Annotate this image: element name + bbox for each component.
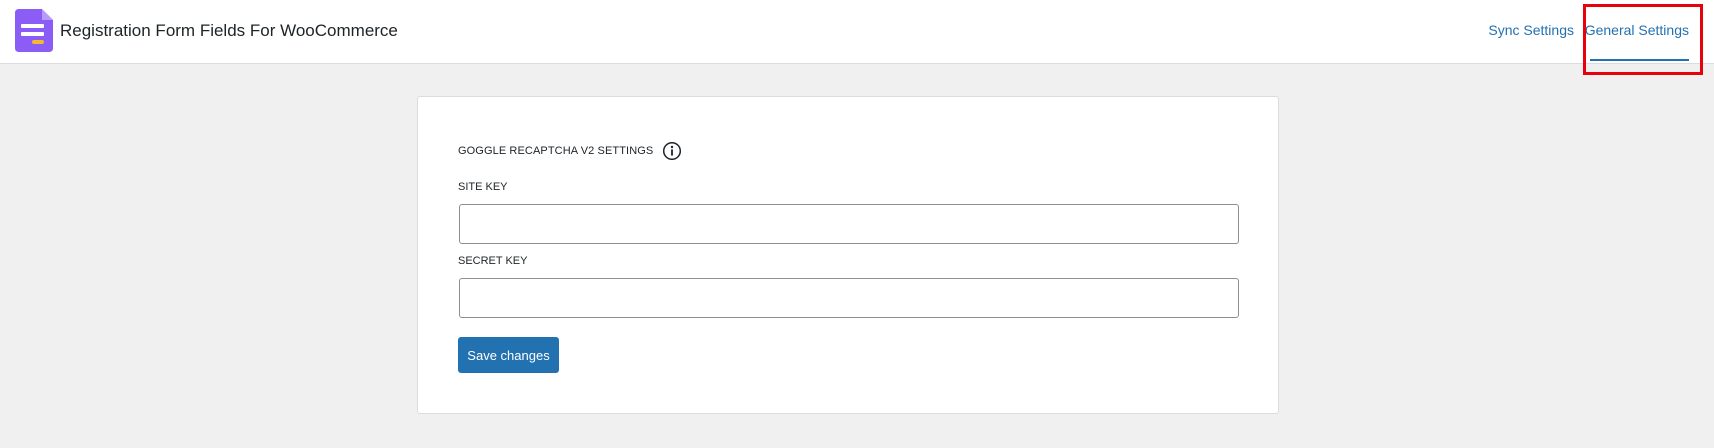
brand: Registration Form Fields For WooCommerce xyxy=(15,9,398,52)
top-bar: Registration Form Fields For WooCommerce… xyxy=(0,0,1714,64)
tab-general-settings[interactable]: General Settings xyxy=(1585,22,1689,38)
site-key-label: SITE KEY xyxy=(458,181,508,193)
secret-key-label: SECRET KEY xyxy=(458,255,528,267)
section-title: GOGGLE RECAPTCHA V2 SETTINGS xyxy=(458,145,654,157)
site-key-input[interactable] xyxy=(459,204,1239,244)
info-icon[interactable] xyxy=(662,141,682,161)
save-changes-button[interactable]: Save changes xyxy=(458,337,559,373)
active-tab-indicator xyxy=(1590,59,1689,61)
section-header: GOGGLE RECAPTCHA V2 SETTINGS xyxy=(458,141,682,161)
form-document-icon xyxy=(15,9,53,52)
settings-card: GOGGLE RECAPTCHA V2 SETTINGS SITE KEY SE… xyxy=(417,96,1279,414)
secret-key-input[interactable] xyxy=(459,278,1239,318)
app-title: Registration Form Fields For WooCommerce xyxy=(60,20,398,40)
tab-sync-settings[interactable]: Sync Settings xyxy=(1488,22,1574,38)
